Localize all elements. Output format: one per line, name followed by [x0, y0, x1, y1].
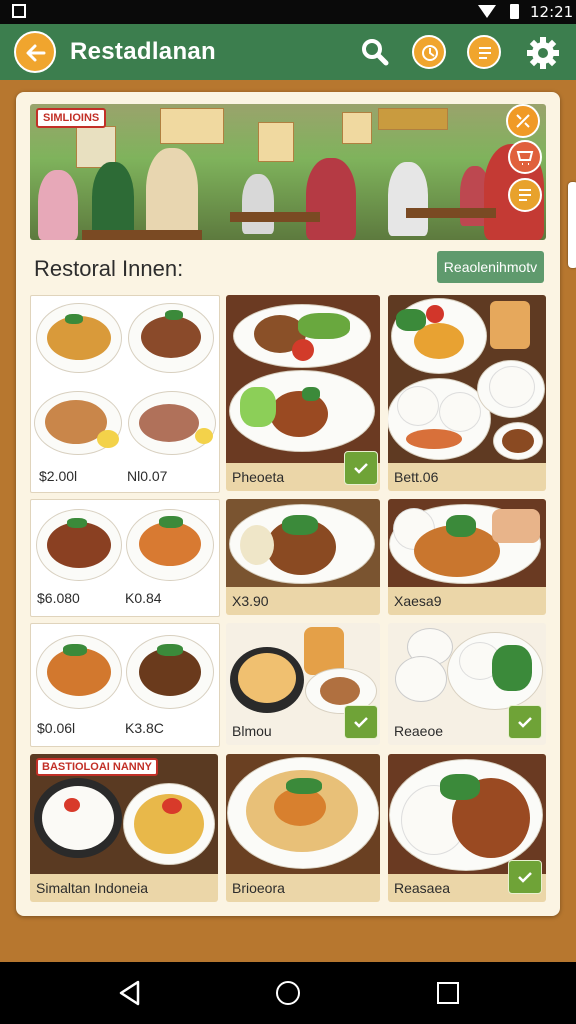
notification-icon [12, 4, 26, 18]
status-bar: 12:21 [0, 0, 576, 24]
content-panel: SIMLIOINS Restoral Innen: Reaolenihmotv … [16, 92, 560, 916]
status-time: 12:21 [530, 3, 574, 21]
menu-card-12[interactable]: Reasaea [388, 754, 546, 902]
hero-menu-button[interactable] [508, 178, 542, 212]
battery-icon [510, 4, 519, 19]
view-more-button[interactable]: Reaolenihmotv [437, 251, 544, 283]
app-title: Restadlanan [70, 38, 217, 65]
check-icon [518, 717, 532, 728]
menu-list-button[interactable] [467, 35, 501, 69]
menu-card-7[interactable]: $0.06l K3.8C [30, 623, 220, 747]
section-title: Restoral Innen: [34, 256, 184, 281]
menu-card-1[interactable]: $2.00l Nl0.07 [30, 295, 220, 493]
select-check-button[interactable] [344, 451, 378, 485]
hero-edit-button[interactable] [506, 104, 540, 138]
menu-caption: Brioeora [232, 880, 285, 896]
menu-card-8[interactable]: Blmou [226, 623, 380, 745]
hero-photo: SIMLIOINS [30, 104, 546, 240]
check-icon [354, 717, 368, 728]
wifi-icon [478, 5, 496, 18]
clock-icon [422, 45, 438, 61]
menu-price: K0.84 [125, 590, 162, 606]
menu-caption: Reaeoe [394, 723, 444, 739]
menu-card-5[interactable]: X3.90 [226, 499, 380, 615]
menu-price: Nl0.07 [127, 468, 168, 484]
edit-icon [516, 114, 530, 128]
select-check-button[interactable] [508, 860, 542, 894]
menu-caption: Simaltan Indoneia [36, 880, 149, 896]
side-scroll-handle[interactable] [568, 182, 576, 268]
menu-price: $0.06l [37, 720, 76, 736]
menu-card-9[interactable]: Reaeoe [388, 623, 546, 745]
clock-button[interactable] [412, 35, 446, 69]
hero-badge: SIMLIOINS [36, 108, 107, 128]
back-button[interactable] [14, 31, 56, 73]
menu-caption: Xaesa9 [394, 593, 442, 609]
menu-price: K3.8C [125, 720, 164, 736]
menu-card-4[interactable]: $6.080 K0.84 [30, 499, 220, 617]
select-check-button[interactable] [508, 705, 542, 739]
system-nav-bar [0, 962, 576, 1024]
back-arrow-icon [26, 44, 46, 62]
menu-price: $2.00l [39, 468, 78, 484]
home-icon[interactable] [276, 981, 300, 1005]
nav-back-icon[interactable] [118, 980, 142, 1006]
menu-card-11[interactable]: Brioeora [226, 754, 380, 902]
menu-caption: X3.90 [232, 593, 269, 609]
menu-caption: Reasaea [394, 880, 451, 896]
menu-card-6[interactable]: Xaesa9 [388, 499, 546, 615]
select-check-button[interactable] [344, 705, 378, 739]
settings-button[interactable] [525, 35, 561, 71]
menu-caption: Bett.06 [394, 469, 439, 485]
recent-apps-icon[interactable] [437, 982, 459, 1004]
menu-caption: Pheoeta [232, 469, 285, 485]
search-button[interactable] [360, 37, 390, 67]
app-bar: Restadlanan [0, 24, 576, 80]
check-icon [518, 872, 532, 883]
menu-list-icon [479, 47, 491, 59]
list-icon [519, 189, 531, 201]
menu-caption: Blmou [232, 723, 272, 739]
menu-price: $6.080 [37, 590, 80, 606]
search-icon [362, 39, 389, 66]
menu-card-3[interactable]: Bett.06 [388, 295, 546, 491]
menu-card-10[interactable]: BASTIOLOAI NANNY Simaltan Indoneia [30, 754, 218, 902]
check-icon [354, 463, 368, 474]
card-badge: BASTIOLOAI NANNY [36, 758, 158, 776]
menu-card-2[interactable]: Pheoeta [226, 295, 380, 491]
cart-icon [516, 151, 534, 165]
gear-icon [527, 37, 559, 69]
hero-cart-button[interactable] [508, 140, 542, 174]
